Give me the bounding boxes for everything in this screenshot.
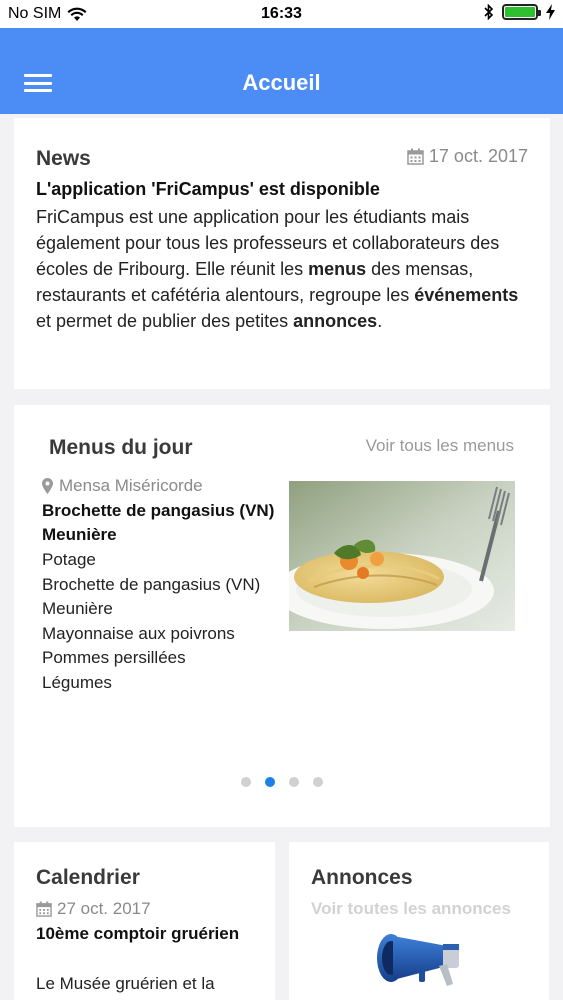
calendar-date: 27 oct. 2017 [36,899,151,919]
news-subtitle: L'application 'FriCampus' est disponible [36,179,380,199]
calendar-date-text: 27 oct. 2017 [57,899,151,918]
menus-items-list: Potage Brochette de pangasius (VN) Meuni… [42,548,292,695]
dish-photo[interactable] [289,481,515,631]
calendar-card[interactable]: Calendrier 27 oct. 2017 10ème comptoir g… [14,842,275,1000]
menus-pagination [14,777,550,787]
menus-dish-title: Brochette de pangasius (VN) Meunière [42,501,275,544]
bluetooth-icon [484,4,494,20]
pagination-dot[interactable] [241,777,251,787]
calendar-icon [36,901,52,917]
news-date: 17 oct. 2017 [407,146,528,167]
menu-item: Brochette de pangasius (VN) Meunière [42,574,261,619]
status-time: 16:33 [261,5,302,22]
menu-item: Légumes [42,672,112,692]
menus-card: Menus du jour Voir tous les menus Mensa … [14,405,550,827]
pagination-dot[interactable] [289,777,299,787]
menus-location: Mensa Miséricorde [42,476,203,496]
news-body: FriCampus est une application pour les é… [36,207,519,331]
menu-item: Potage [42,550,96,569]
menus-heading: Menus du jour [49,436,193,459]
see-all-annonces-link[interactable]: Voir toutes les annonces [311,899,511,919]
battery-icon [502,4,541,20]
menu-item: Mayonnaise aux poivrons [42,623,235,643]
annonces-card[interactable]: Annonces Voir toutes les annonces [289,842,549,1000]
news-card[interactable]: News 17 oct. 2017 L'application 'FriCamp… [14,118,550,389]
pagination-dot[interactable] [313,777,323,787]
menus-location-text: Mensa Miséricorde [59,476,203,495]
calendar-event-body: Le Musée gruérien et la [36,974,215,993]
megaphone-icon [377,934,459,986]
news-date-text: 17 oct. 2017 [428,146,528,166]
calendar-icon [407,148,424,165]
see-all-menus-link[interactable]: Voir tous les menus [366,436,514,456]
menu-item: Pommes persillées [42,648,186,667]
status-bar: No SIM 16:33 [0,0,563,28]
calendar-heading: Calendrier [36,866,140,889]
status-right [484,4,555,20]
location-pin-icon [42,478,53,494]
navbar: Accueil [0,28,563,114]
charging-icon [546,4,555,20]
battery-fill [505,7,535,17]
news-heading: News [36,147,91,170]
pasta-plate-image [289,481,515,631]
pagination-dot[interactable] [265,777,275,787]
page-title: Accueil [242,70,321,95]
annonces-heading: Annonces [311,866,413,889]
calendar-event-title: 10ème comptoir gruérien [36,924,240,943]
